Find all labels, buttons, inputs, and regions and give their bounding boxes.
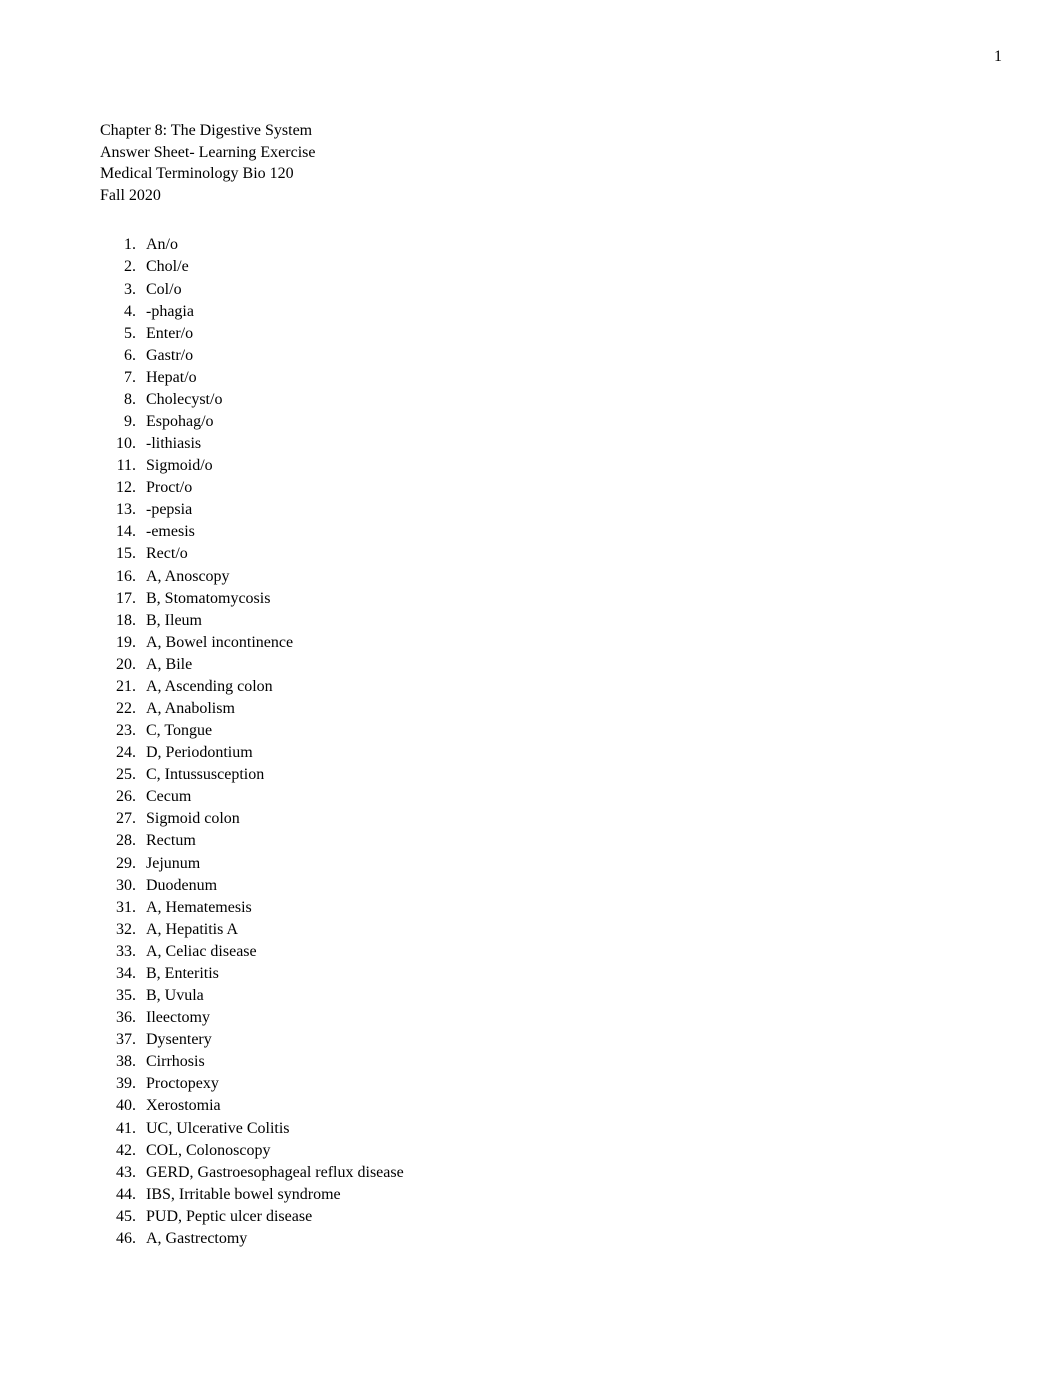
header-line-3: Medical Terminology Bio 120 (100, 163, 962, 185)
list-item: Ileectomy (140, 1007, 962, 1029)
list-item: GERD, Gastroesophageal reflux disease (140, 1162, 962, 1184)
list-item: Proctopexy (140, 1073, 962, 1095)
list-item: Chol/e (140, 256, 962, 278)
list-item: B, Enteritis (140, 963, 962, 985)
list-item: A, Anabolism (140, 698, 962, 720)
list-item: An/o (140, 234, 962, 256)
list-item: Proct/o (140, 477, 962, 499)
list-item: A, Gastrectomy (140, 1228, 962, 1250)
document-header: Chapter 8: The Digestive System Answer S… (100, 120, 962, 206)
list-item: Cecum (140, 786, 962, 808)
list-item: -pepsia (140, 499, 962, 521)
list-item: IBS, Irritable bowel syndrome (140, 1184, 962, 1206)
list-item: Col/o (140, 279, 962, 301)
list-item: B, Ileum (140, 610, 962, 632)
list-item: C, Tongue (140, 720, 962, 742)
list-item: -emesis (140, 521, 962, 543)
list-item: A, Anoscopy (140, 566, 962, 588)
list-item: A, Celiac disease (140, 941, 962, 963)
list-item: Hepat/o (140, 367, 962, 389)
list-item: Espohag/o (140, 411, 962, 433)
list-item: UC, Ulcerative Colitis (140, 1118, 962, 1140)
list-item: D, Periodontium (140, 742, 962, 764)
list-item: Gastr/o (140, 345, 962, 367)
list-item: Duodenum (140, 875, 962, 897)
list-item: Rectum (140, 830, 962, 852)
list-item: A, Hematemesis (140, 897, 962, 919)
list-item: Dysentery (140, 1029, 962, 1051)
list-item: Cirrhosis (140, 1051, 962, 1073)
list-item: Enter/o (140, 323, 962, 345)
list-item: Sigmoid/o (140, 455, 962, 477)
list-item: B, Uvula (140, 985, 962, 1007)
list-item: Xerostomia (140, 1095, 962, 1117)
list-item: -phagia (140, 301, 962, 323)
header-line-1: Chapter 8: The Digestive System (100, 120, 962, 142)
answers-list: An/o Chol/e Col/o -phagia Enter/o Gastr/… (140, 234, 962, 1250)
list-item: Sigmoid colon (140, 808, 962, 830)
header-line-4: Fall 2020 (100, 185, 962, 207)
page-number: 1 (994, 48, 1002, 66)
list-item: -lithiasis (140, 433, 962, 455)
list-item: C, Intussusception (140, 764, 962, 786)
list-item: A, Bile (140, 654, 962, 676)
list-item: Rect/o (140, 543, 962, 565)
header-line-2: Answer Sheet- Learning Exercise (100, 142, 962, 164)
list-item: PUD, Peptic ulcer disease (140, 1206, 962, 1228)
list-item: Cholecyst/o (140, 389, 962, 411)
list-item: A, Bowel incontinence (140, 632, 962, 654)
list-item: Jejunum (140, 853, 962, 875)
list-item: A, Hepatitis A (140, 919, 962, 941)
list-item: B, Stomatomycosis (140, 588, 962, 610)
list-item: A, Ascending colon (140, 676, 962, 698)
list-item: COL, Colonoscopy (140, 1140, 962, 1162)
document-page: 1 Chapter 8: The Digestive System Answer… (0, 0, 1062, 1377)
